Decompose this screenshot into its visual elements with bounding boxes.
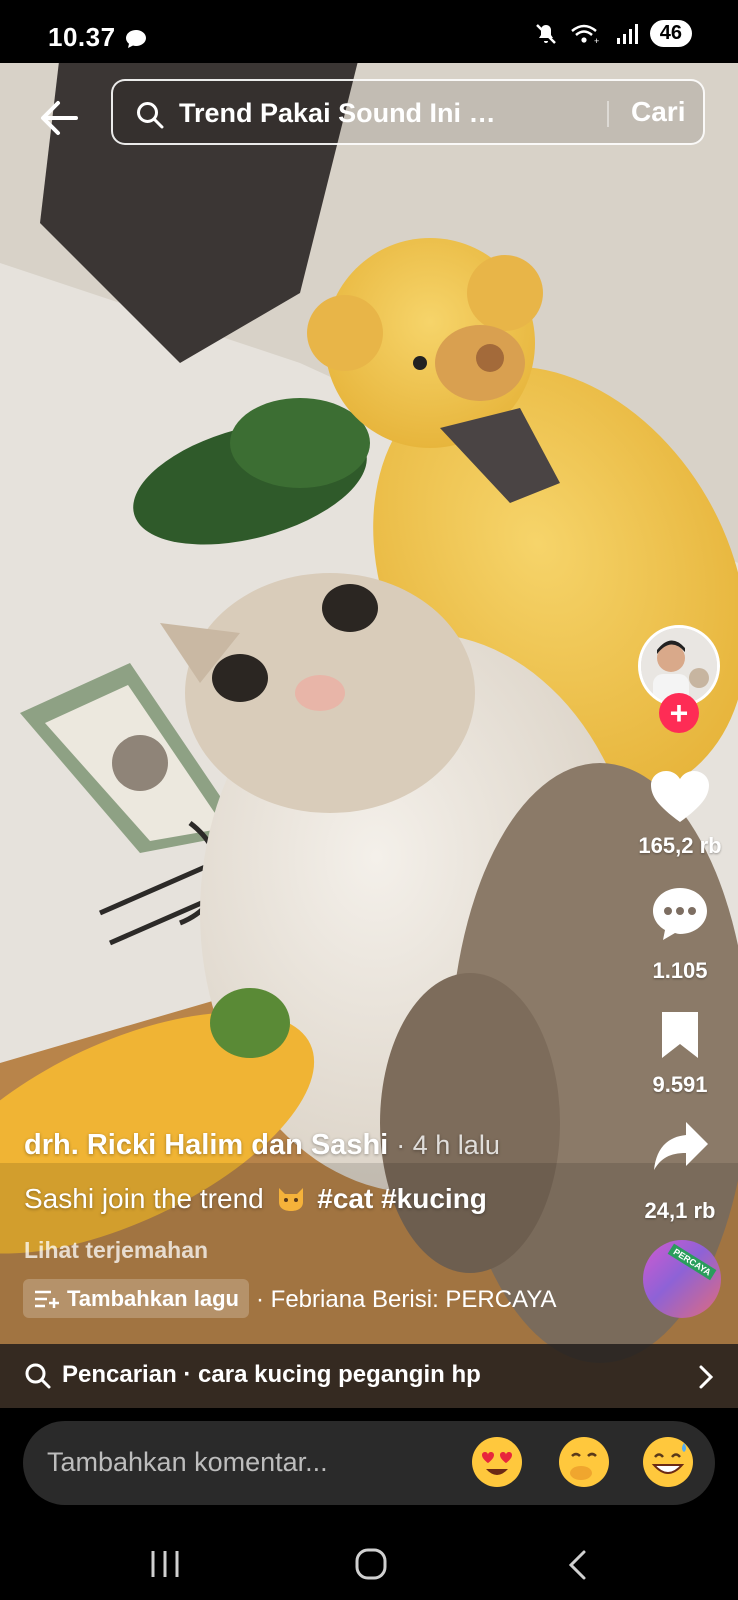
mute-icon [535,23,556,44]
comment-placeholder: Tambahkan komentar... [47,1447,328,1477]
bookmark-icon[interactable] [658,1010,702,1060]
search-bar[interactable]: Trend Pakai Sound Ini Ke Ku... Cari [111,79,705,145]
back-arrow-icon[interactable] [36,95,82,141]
music-disc[interactable]: PERCAYA [643,1240,721,1318]
search-query[interactable]: Trend Pakai Sound Ini Ke Ku... [179,98,509,129]
svg-text:+: + [594,36,599,46]
post-author[interactable]: drh. Ricki Halim dan Sashi · 4 h lalu [24,1129,500,1162]
music-info[interactable]: · Febriana Berisi: PERCAYA [256,1286,586,1314]
comment-input[interactable]: Tambahkan komentar... [23,1421,715,1505]
heart-eyes-emoji-icon[interactable] [472,1437,522,1487]
share-icon[interactable] [652,1120,710,1172]
cat-emoji-icon [276,1184,306,1212]
add-song-button[interactable]: Tambahkan lagu [23,1279,249,1318]
signal-icon [616,23,638,44]
wifi-icon: + [570,24,599,46]
status-bar: 10.37 + 46 [0,0,738,63]
post-caption: Sashi join the trend #cat #kucing [24,1183,487,1215]
post-time: · 4 h lalu [396,1130,500,1160]
home-icon[interactable] [354,1547,388,1581]
hand-over-mouth-emoji-icon[interactable] [559,1437,609,1487]
comment-count: 1.105 [652,958,708,983]
add-song-label: Tambahkan lagu [67,1285,239,1311]
status-time: 10.37 [48,22,116,52]
save-count: 9.591 [652,1072,708,1097]
search-divider [607,101,609,127]
related-search-bar[interactable]: Pencarian · cara kucing pegangin hp [0,1344,738,1408]
system-nav-bar [0,1514,738,1600]
nav-back-icon[interactable] [566,1549,588,1581]
related-search-label: Pencarian · cara kucing pegangin hp [62,1361,481,1388]
caption-text: Sashi join the trend [24,1183,264,1214]
add-to-playlist-icon [35,1290,59,1308]
search-button[interactable]: Cari [631,96,685,128]
battery-icon: 46 [649,20,692,47]
status-icons: + 46 [534,20,692,47]
like-count: 165,2 rb [638,833,722,858]
recent-apps-icon[interactable] [148,1549,182,1579]
translate-link[interactable]: Lihat terjemahan [24,1237,208,1264]
heart-icon[interactable] [650,770,710,824]
share-count: 24,1 rb [644,1198,716,1223]
search-icon [25,1363,51,1389]
chevron-right-icon [699,1365,714,1389]
grinning-sweat-emoji-icon[interactable] [643,1437,693,1487]
chat-bubble-icon [126,30,146,48]
author-name[interactable]: drh. Ricki Halim dan Sashi [24,1129,388,1161]
plus-icon: + [669,695,689,731]
comment-icon[interactable] [651,886,709,942]
search-icon [137,102,164,129]
caption-hashtags[interactable]: #cat #kucing [317,1183,487,1214]
follow-button[interactable]: + [659,693,699,733]
